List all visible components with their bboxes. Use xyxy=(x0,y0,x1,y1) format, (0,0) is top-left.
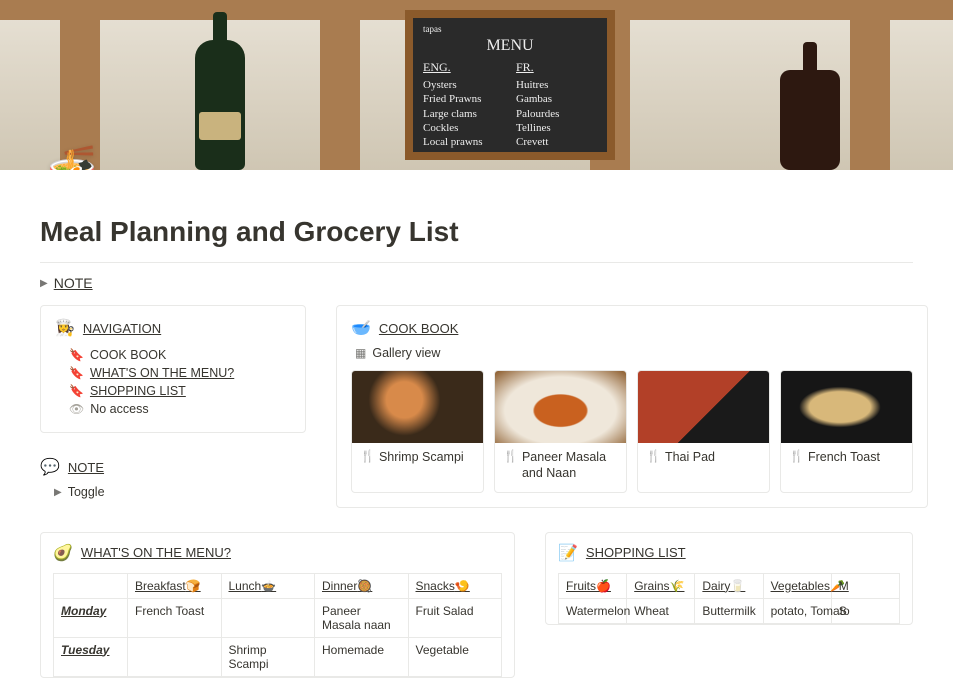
cell[interactable]: Vegetable xyxy=(408,637,502,676)
eye-off-icon: 👁 xyxy=(69,402,84,416)
col-vegetables[interactable]: Vegetables🥕 xyxy=(771,579,845,593)
page-title[interactable]: Meal Planning and Grocery List xyxy=(40,216,913,248)
view-label: Gallery view xyxy=(372,346,440,360)
menu-database: 🥑 WHAT'S ON THE MENU? Breakfast🍞 Lunch🍲 … xyxy=(40,532,515,678)
bookmark-icon: 🔖 xyxy=(69,366,84,380)
recipe-image xyxy=(638,371,769,443)
shopping-database: 📝 SHOPPING LIST Fruits🍎 Grains🌾 Dairy🥛 V… xyxy=(545,532,913,625)
chef-icon: 👩‍🍳 xyxy=(55,318,75,338)
avocado-icon: 🥑 xyxy=(53,543,73,563)
fork-knife-icon: 🍴 xyxy=(360,449,375,465)
gallery-card[interactable]: 🍴Paneer Masala and Naan xyxy=(494,370,627,493)
navigation-block: 👩‍🍳 NAVIGATION 🔖 COOK BOOK 🔖 WHAT'S ON T… xyxy=(40,305,306,433)
nav-item-noaccess: 👁 No access xyxy=(55,400,291,418)
gallery-card[interactable]: 🍴Thai Pad xyxy=(637,370,770,493)
shopping-table[interactable]: Fruits🍎 Grains🌾 Dairy🥛 Vegetables🥕 M Wat… xyxy=(558,573,900,624)
cover-prop-bottle xyxy=(780,70,840,170)
recipe-image xyxy=(781,371,912,443)
note-block: 💬 NOTE ▶ Toggle xyxy=(40,457,306,499)
toggle-label: Toggle xyxy=(68,485,105,499)
cell[interactable]: potato, Tomato xyxy=(763,598,831,623)
table-row[interactable]: Tuesday Shrimp Scampi Homemade Vegetable xyxy=(54,637,502,676)
table-row[interactable]: Watermelon Wheat Buttermilk potato, Toma… xyxy=(559,598,900,623)
view-tab-gallery[interactable]: ▦ Gallery view xyxy=(351,346,913,360)
col-grains[interactable]: Grains🌾 xyxy=(634,579,684,593)
nav-item-label: SHOPPING LIST xyxy=(90,384,186,398)
recipe-title: Thai Pad xyxy=(665,449,715,465)
cell[interactable]: Watermelon xyxy=(559,598,627,623)
cell[interactable]: French Toast xyxy=(128,598,222,637)
col-snacks[interactable]: Snacks🍤 xyxy=(416,579,470,593)
cell[interactable]: Shrimp Scampi xyxy=(221,637,315,676)
bookmark-icon: 🔖 xyxy=(69,384,84,398)
table-row[interactable]: Monday French Toast Paneer Masala naan F… xyxy=(54,598,502,637)
col-lunch[interactable]: Lunch🍲 xyxy=(229,579,277,593)
shopping-heading[interactable]: SHOPPING LIST xyxy=(586,545,686,560)
row-day[interactable]: Tuesday xyxy=(61,643,109,657)
fork-knife-icon: 🍴 xyxy=(789,449,804,465)
nav-item-label: WHAT'S ON THE MENU? xyxy=(90,366,234,380)
chevron-right-icon[interactable]: ▶ xyxy=(54,487,62,498)
cell[interactable] xyxy=(221,598,315,637)
recipe-title: French Toast xyxy=(808,449,880,465)
gallery-card[interactable]: 🍴Shrimp Scampi xyxy=(351,370,484,493)
col-dinner[interactable]: Dinner🥘 xyxy=(322,579,372,593)
gallery-card[interactable]: 🍴French Toast xyxy=(780,370,913,493)
chevron-right-icon[interactable]: ▶ xyxy=(40,278,48,289)
cell[interactable]: Fruit Salad xyxy=(408,598,502,637)
nav-item-label: COOK BOOK xyxy=(90,348,166,362)
nav-item-label: No access xyxy=(90,402,148,416)
toggle-note-inner[interactable]: ▶ Toggle xyxy=(40,485,306,499)
col-fruits[interactable]: Fruits🍎 xyxy=(566,579,611,593)
cover-chalkboard: tapas MENU ENG. Oysters Fried Prawns Lar… xyxy=(405,10,615,160)
cell[interactable]: Buttermilk xyxy=(695,598,763,623)
col-more[interactable]: M xyxy=(839,579,849,593)
notepad-icon: 📝 xyxy=(558,543,578,563)
bowl-icon: 🥣 xyxy=(351,318,371,338)
cover-image[interactable]: tapas MENU ENG. Oysters Fried Prawns Lar… xyxy=(0,0,953,170)
cell[interactable]: Wheat xyxy=(627,598,695,623)
nav-item-menu[interactable]: 🔖 WHAT'S ON THE MENU? xyxy=(55,364,291,382)
page-icon[interactable]: 🍜 xyxy=(40,134,104,170)
cell[interactable]: Homemade xyxy=(315,637,409,676)
note-heading[interactable]: NOTE xyxy=(68,460,104,475)
fork-knife-icon: 🍴 xyxy=(646,449,661,465)
fork-knife-icon: 🍴 xyxy=(503,449,518,482)
toggle-label[interactable]: NOTE xyxy=(54,275,93,291)
cell[interactable]: S xyxy=(831,598,899,623)
gallery-icon: ▦ xyxy=(355,346,366,360)
recipe-title: Paneer Masala and Naan xyxy=(522,449,618,482)
col-dairy[interactable]: Dairy🥛 xyxy=(702,579,745,593)
toggle-note-top[interactable]: ▶ NOTE xyxy=(40,275,913,291)
recipe-image xyxy=(495,371,626,443)
speech-icon: 💬 xyxy=(40,457,60,477)
cover-prop-bottle xyxy=(195,40,245,170)
menu-heading[interactable]: WHAT'S ON THE MENU? xyxy=(81,545,231,560)
cell[interactable]: Paneer Masala naan xyxy=(315,598,409,637)
cookbook-heading[interactable]: COOK BOOK xyxy=(379,321,458,336)
recipe-image xyxy=(352,371,483,443)
navigation-heading[interactable]: NAVIGATION xyxy=(83,321,161,336)
cell[interactable] xyxy=(128,637,222,676)
recipe-title: Shrimp Scampi xyxy=(379,449,464,465)
col-breakfast[interactable]: Breakfast🍞 xyxy=(135,579,201,593)
nav-item-cookbook[interactable]: 🔖 COOK BOOK xyxy=(55,346,291,364)
divider xyxy=(40,262,913,263)
cookbook-block: 🥣 COOK BOOK ▦ Gallery view 🍴Shrimp Scamp… xyxy=(336,305,928,508)
bookmark-icon: 🔖 xyxy=(69,348,84,362)
menu-table[interactable]: Breakfast🍞 Lunch🍲 Dinner🥘 Snacks🍤 Monday… xyxy=(53,573,502,677)
nav-item-shopping[interactable]: 🔖 SHOPPING LIST xyxy=(55,382,291,400)
